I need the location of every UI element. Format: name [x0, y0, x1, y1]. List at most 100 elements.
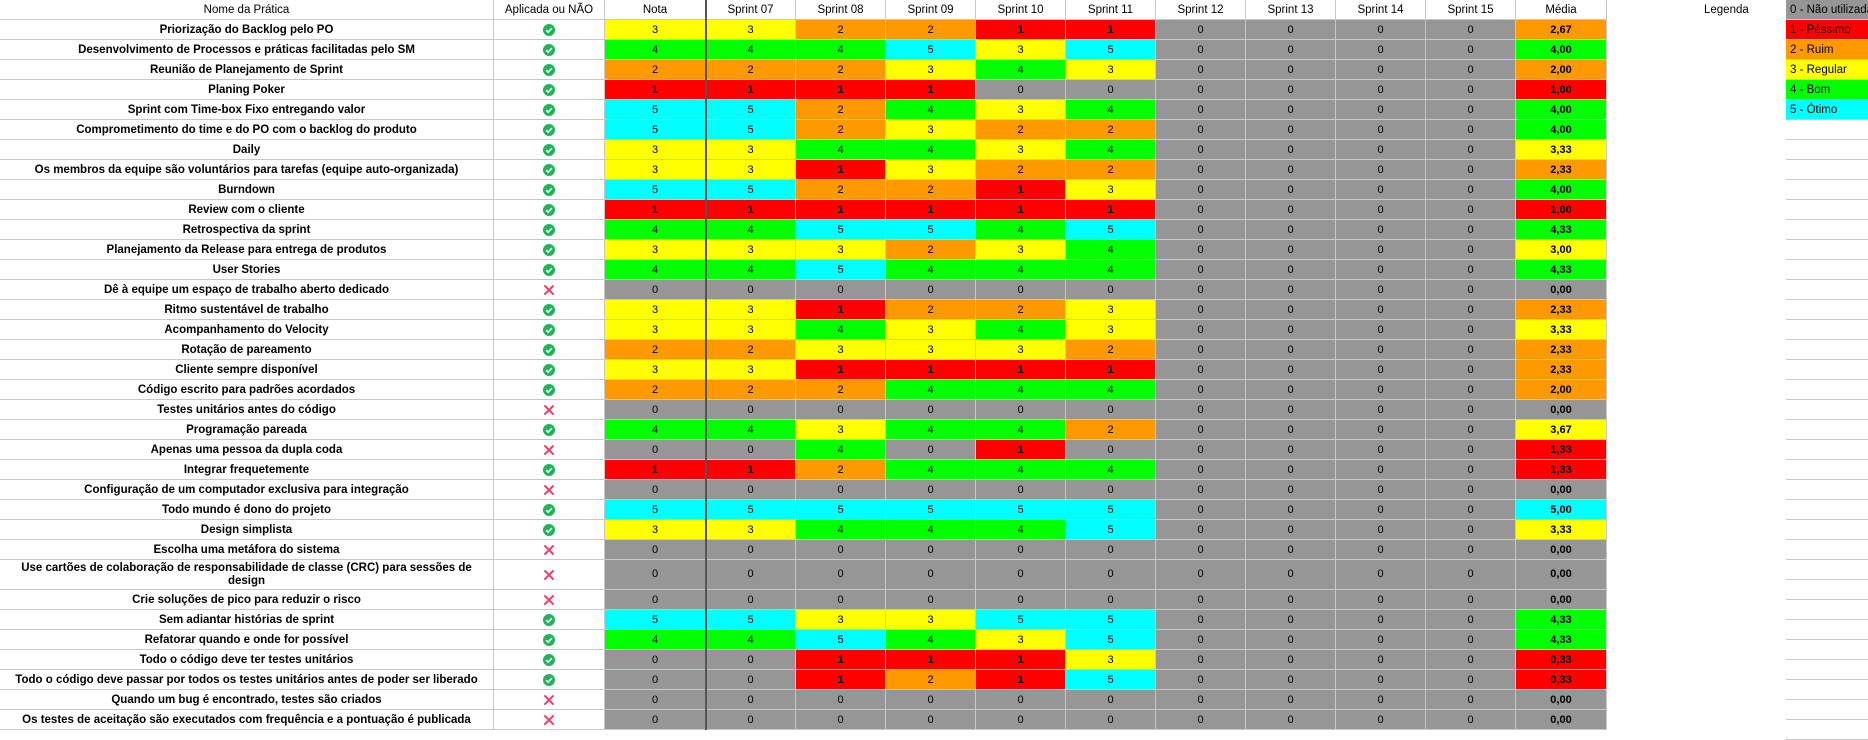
- score-cell[interactable]: 2: [706, 60, 796, 80]
- score-cell[interactable]: 0: [1336, 520, 1426, 540]
- media-cell[interactable]: 4,00: [1516, 100, 1607, 120]
- score-cell[interactable]: 0: [886, 280, 976, 300]
- practice-name[interactable]: Todo o código deve passar por todos os t…: [0, 670, 494, 690]
- practice-name[interactable]: Sem adiantar histórias de sprint: [0, 610, 494, 630]
- practice-name[interactable]: Os testes de aceitação são executados co…: [0, 710, 494, 730]
- score-cell[interactable]: 0: [886, 400, 976, 420]
- score-cell[interactable]: 3: [886, 320, 976, 340]
- score-cell[interactable]: 0: [1426, 340, 1516, 360]
- score-cell[interactable]: 0: [1156, 440, 1246, 460]
- score-cell[interactable]: 0: [796, 710, 886, 730]
- score-cell[interactable]: 0: [796, 690, 886, 710]
- score-cell[interactable]: 0: [1156, 690, 1246, 710]
- score-cell[interactable]: 0: [1246, 280, 1336, 300]
- score-cell[interactable]: 4: [796, 140, 886, 160]
- score-cell[interactable]: 0: [1246, 400, 1336, 420]
- media-cell[interactable]: 0,00: [1516, 590, 1607, 610]
- media-cell[interactable]: 1,33: [1516, 460, 1607, 480]
- score-cell[interactable]: 4: [886, 420, 976, 440]
- score-cell[interactable]: 2: [796, 120, 886, 140]
- score-cell[interactable]: 0: [1426, 80, 1516, 100]
- score-cell[interactable]: 3: [706, 320, 796, 340]
- score-cell[interactable]: 5: [706, 120, 796, 140]
- score-cell[interactable]: 0: [706, 280, 796, 300]
- score-cell[interactable]: 4: [886, 140, 976, 160]
- score-cell[interactable]: 5: [605, 100, 706, 120]
- score-cell[interactable]: 0: [706, 480, 796, 500]
- score-cell[interactable]: 0: [1156, 480, 1246, 500]
- score-cell[interactable]: 0: [1246, 690, 1336, 710]
- check-circle-icon[interactable]: [494, 380, 605, 400]
- score-cell[interactable]: 0: [1156, 670, 1246, 690]
- score-cell[interactable]: 0: [1336, 630, 1426, 650]
- score-cell[interactable]: 1: [886, 80, 976, 100]
- score-cell[interactable]: 0: [886, 540, 976, 560]
- score-cell[interactable]: 0: [1156, 240, 1246, 260]
- score-cell[interactable]: 0: [1336, 120, 1426, 140]
- practice-name[interactable]: Testes unitários antes do código: [0, 400, 494, 420]
- score-cell[interactable]: 2: [706, 380, 796, 400]
- score-cell[interactable]: 0: [1336, 380, 1426, 400]
- score-cell[interactable]: 0: [1156, 460, 1246, 480]
- score-cell[interactable]: 0: [1426, 480, 1516, 500]
- media-cell[interactable]: 2,67: [1516, 20, 1607, 40]
- score-cell[interactable]: 4: [706, 40, 796, 60]
- score-cell[interactable]: 0: [1156, 500, 1246, 520]
- score-cell[interactable]: 4: [605, 260, 706, 280]
- score-cell[interactable]: 0: [1426, 100, 1516, 120]
- score-cell[interactable]: 3: [976, 240, 1066, 260]
- media-cell[interactable]: 3,33: [1516, 320, 1607, 340]
- column-header[interactable]: Sprint 15: [1426, 0, 1516, 20]
- check-circle-icon[interactable]: [494, 360, 605, 380]
- score-cell[interactable]: 0: [1426, 180, 1516, 200]
- practice-name[interactable]: User Stories: [0, 260, 494, 280]
- practice-name[interactable]: Cliente sempre disponível: [0, 360, 494, 380]
- practice-name[interactable]: Design simplista: [0, 520, 494, 540]
- score-cell[interactable]: 0: [1156, 20, 1246, 40]
- score-cell[interactable]: 3: [796, 610, 886, 630]
- score-cell[interactable]: 0: [1426, 630, 1516, 650]
- practice-name[interactable]: Quando um bug é encontrado, testes são c…: [0, 690, 494, 710]
- check-circle-icon[interactable]: [494, 500, 605, 520]
- score-cell[interactable]: 0: [1156, 380, 1246, 400]
- score-cell[interactable]: 4: [605, 420, 706, 440]
- score-cell[interactable]: 4: [1066, 240, 1156, 260]
- score-cell[interactable]: 0: [1246, 590, 1336, 610]
- score-cell[interactable]: 4: [976, 220, 1066, 240]
- check-circle-icon[interactable]: [494, 240, 605, 260]
- score-cell[interactable]: 4: [706, 630, 796, 650]
- check-circle-icon[interactable]: [494, 180, 605, 200]
- score-cell[interactable]: 5: [976, 610, 1066, 630]
- score-cell[interactable]: 4: [1066, 100, 1156, 120]
- score-cell[interactable]: 0: [1246, 20, 1336, 40]
- score-cell[interactable]: 3: [706, 360, 796, 380]
- practice-name[interactable]: Todo o código deve ter testes unitários: [0, 650, 494, 670]
- score-cell[interactable]: 0: [1156, 610, 1246, 630]
- score-cell[interactable]: 5: [1066, 520, 1156, 540]
- column-header[interactable]: Média: [1516, 0, 1607, 20]
- score-cell[interactable]: 4: [706, 420, 796, 440]
- score-cell[interactable]: 0: [1426, 710, 1516, 730]
- score-cell[interactable]: 0: [1336, 540, 1426, 560]
- media-cell[interactable]: 1,00: [1516, 200, 1607, 220]
- score-cell[interactable]: 0: [605, 440, 706, 460]
- check-circle-icon[interactable]: [494, 650, 605, 670]
- check-circle-icon[interactable]: [494, 120, 605, 140]
- score-cell[interactable]: 0: [1246, 460, 1336, 480]
- media-cell[interactable]: 0,00: [1516, 690, 1607, 710]
- score-cell[interactable]: 0: [1246, 560, 1336, 590]
- score-cell[interactable]: 2: [886, 20, 976, 40]
- score-cell[interactable]: 0: [796, 540, 886, 560]
- media-cell[interactable]: 3,67: [1516, 420, 1607, 440]
- score-cell[interactable]: 0: [1246, 340, 1336, 360]
- practice-name[interactable]: Refatorar quando e onde for possível: [0, 630, 494, 650]
- score-cell[interactable]: 3: [605, 160, 706, 180]
- score-cell[interactable]: 0: [1336, 650, 1426, 670]
- score-cell[interactable]: 3: [976, 100, 1066, 120]
- score-cell[interactable]: 5: [796, 630, 886, 650]
- score-cell[interactable]: 0: [796, 590, 886, 610]
- score-cell[interactable]: 1: [706, 460, 796, 480]
- score-cell[interactable]: 4: [796, 440, 886, 460]
- practice-name[interactable]: Configuração de um computador exclusiva …: [0, 480, 494, 500]
- score-cell[interactable]: 2: [605, 60, 706, 80]
